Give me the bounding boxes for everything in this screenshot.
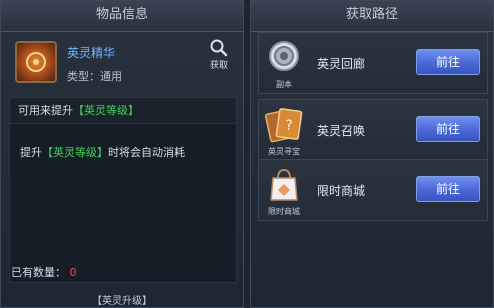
description-box: 可用来提升【英灵等级】 提升【英灵等级】时将会自动消耗 [9,97,237,283]
source-icon-caption: 限时商城 [268,207,300,216]
quantity-value: 0 [69,266,77,279]
item-name: 英灵精华 [67,46,116,60]
source-label: 英灵回廊 [317,57,366,71]
source-label: 英灵召唤 [317,124,366,138]
source-icon-caption: 英灵寻宝 [268,147,300,156]
description-usage: 可用来提升【英灵等级】 [10,98,236,124]
quantity-owned: 已有数量： 0 [11,264,77,280]
go-button[interactable]: 前往 [416,176,480,202]
consume-prefix: 提升 [20,146,42,159]
essence-item-icon [15,41,57,83]
item-info-panel: 物品信息 英灵精华 类型：通用 获取 可用来提升【英灵等级】 提升【英灵等级】时… [0,0,244,308]
source-label: 限时商城 [317,184,366,198]
source-row-summon: ? 英灵寻宝 英灵召唤 前往 [258,99,488,161]
footer-link[interactable]: 【英灵升级】 [1,292,243,307]
obtain-paths-title: 获取路径 [251,1,493,32]
go-button[interactable]: 前往 [416,116,480,142]
usage-highlight: 【英灵等级】 [73,104,139,117]
essence-core [33,59,39,65]
source-icon-caption: 副本 [276,80,292,89]
svg-text:?: ? [285,118,292,134]
description-consume: 提升【英灵等级】时将会自动消耗 [20,144,185,160]
consume-suffix: 时将会自动消耗 [108,146,185,159]
obtain-label: 获取 [209,61,228,71]
item-info-title: 物品信息 [1,1,243,32]
quantity-label: 已有数量： [11,266,66,279]
obtain-button[interactable]: 获取 [203,39,235,71]
magnifier-icon [210,39,228,57]
usage-text: 可用来提升 [18,104,73,117]
obtain-paths-panel: 获取路径 副本 英灵回廊 前往 ? 英灵寻宝 英灵召唤 前往 限时商城 限时商城… [250,0,494,308]
source-row-shop: 限时商城 限时商城 前往 [258,159,488,221]
portal-icon [269,41,299,71]
consume-highlight: 【英灵等级】 [42,146,108,159]
source-row-gallery: 副本 英灵回廊 前往 [258,32,488,94]
shopping-bag-icon [270,168,298,201]
treasure-card-icon: ? [265,108,303,143]
go-button[interactable]: 前往 [416,49,480,75]
item-type: 类型：通用 [67,70,122,83]
